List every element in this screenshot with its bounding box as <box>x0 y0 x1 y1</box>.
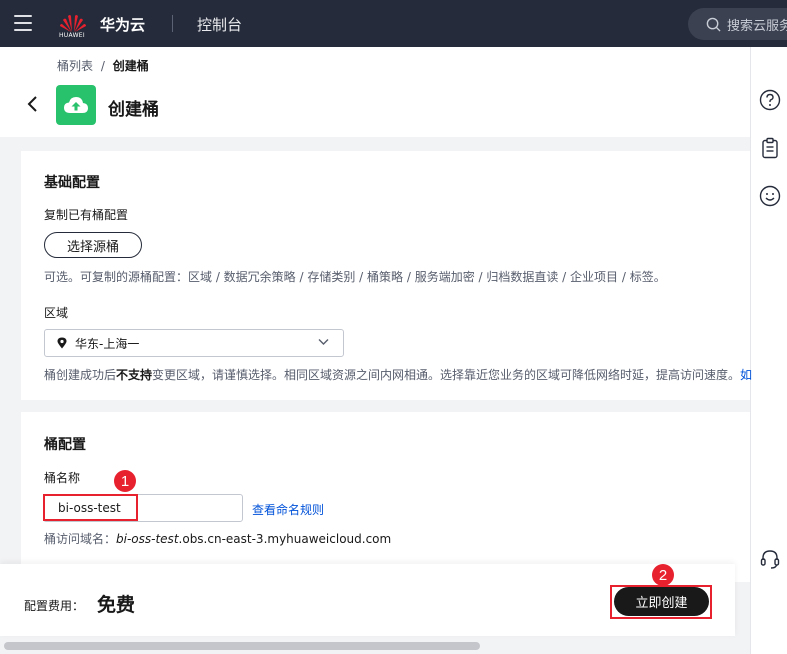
bucket-config-title: 桶配置 <box>44 437 86 453</box>
basic-config-card: 基础配置 复制已有桶配置 选择源桶 可选。可复制的源桶配置：区域 / 数据冗余策… <box>21 151 752 400</box>
search-input[interactable]: 搜索云服务 <box>688 8 787 40</box>
region-hint-link[interactable]: 如 <box>740 368 752 382</box>
fee-value: 免费 <box>97 594 136 616</box>
fee-label: 配置费用： <box>24 599 85 613</box>
breadcrumb-current: 创建桶 <box>112 59 149 73</box>
bucket-config-card: 桶配置 桶名称 bi-oss-test 1 查看命名规则 桶访问域名：bi-os… <box>21 412 750 582</box>
bucket-domain-label: 桶访问域名： <box>44 532 117 546</box>
region-hint-post: 变更区域，请谨慎选择。相同区域资源之间内网相通。选择靠近您业务的区域可降低网络时… <box>152 368 741 382</box>
step-badge-1: 1 <box>114 470 136 492</box>
basic-config-title: 基础配置 <box>44 175 100 191</box>
select-source-bucket-button[interactable]: 选择源桶 <box>44 232 142 258</box>
chevron-down-icon <box>318 339 329 345</box>
menu-icon[interactable] <box>14 15 32 31</box>
console-link[interactable]: 控制台 <box>197 14 242 35</box>
create-now-button[interactable]: 立即创建 <box>614 587 709 616</box>
search-icon <box>706 17 721 32</box>
breadcrumb-parent[interactable]: 桶列表 <box>57 59 93 73</box>
logo-text: HUAWEI <box>59 32 85 39</box>
nav-divider <box>172 15 173 32</box>
region-hint: 桶创建成功后不支持变更区域，请谨慎选择。相同区域资源之间内网相通。选择靠近您业务… <box>44 366 752 383</box>
bucket-cloud-icon <box>56 85 96 125</box>
region-select-value: 华东-上海一 <box>75 336 140 351</box>
naming-rules-link[interactable]: 查看命名规则 <box>252 501 324 518</box>
help-icon[interactable] <box>759 89 781 111</box>
copy-config-hint: 可选。可复制的源桶配置：区域 / 数据冗余策略 / 存储类别 / 桶策略 / 服… <box>44 270 666 284</box>
page-title: 创建桶 <box>108 100 159 120</box>
bucket-domain-name: bi-oss-test <box>116 532 179 546</box>
region-label: 区域 <box>44 306 69 320</box>
search-placeholder: 搜索云服务 <box>727 18 787 34</box>
bucket-domain-suffix: .obs.cn-east-3.myhuaweicloud.com <box>178 532 392 546</box>
bucket-domain: 桶访问域名：bi-oss-test.obs.cn-east-3.myhuawei… <box>44 530 391 547</box>
feedback-smile-icon[interactable] <box>759 185 781 207</box>
bucket-name-label: 桶名称 <box>44 471 81 485</box>
breadcrumb: 桶列表 / 创建桶 <box>57 57 149 74</box>
horizontal-scrollbar[interactable] <box>4 642 480 650</box>
footer-bar: 配置费用： 免费 立即创建 2 <box>0 564 735 636</box>
back-arrow-icon[interactable] <box>25 95 39 113</box>
region-hint-bold: 不支持 <box>116 368 153 382</box>
region-select[interactable]: 华东-上海一 <box>44 329 344 357</box>
location-pin-icon <box>57 337 67 349</box>
page-header: 桶列表 / 创建桶 创建桶 <box>0 47 750 137</box>
brand-name[interactable]: 华为云 <box>100 14 145 35</box>
customer-service-headset-icon[interactable] <box>759 548 781 570</box>
breadcrumb-separator: / <box>100 59 105 73</box>
step-badge-2: 2 <box>652 564 674 586</box>
clipboard-icon[interactable] <box>759 137 781 159</box>
highlight-box-bucket-name <box>43 494 138 521</box>
copy-config-label: 复制已有桶配置 <box>44 208 129 222</box>
region-hint-pre: 桶创建成功后 <box>44 368 117 382</box>
right-tool-rail <box>750 47 787 654</box>
top-nav-bar: HUAWEI 华为云 控制台 搜索云服务 <box>0 0 787 47</box>
